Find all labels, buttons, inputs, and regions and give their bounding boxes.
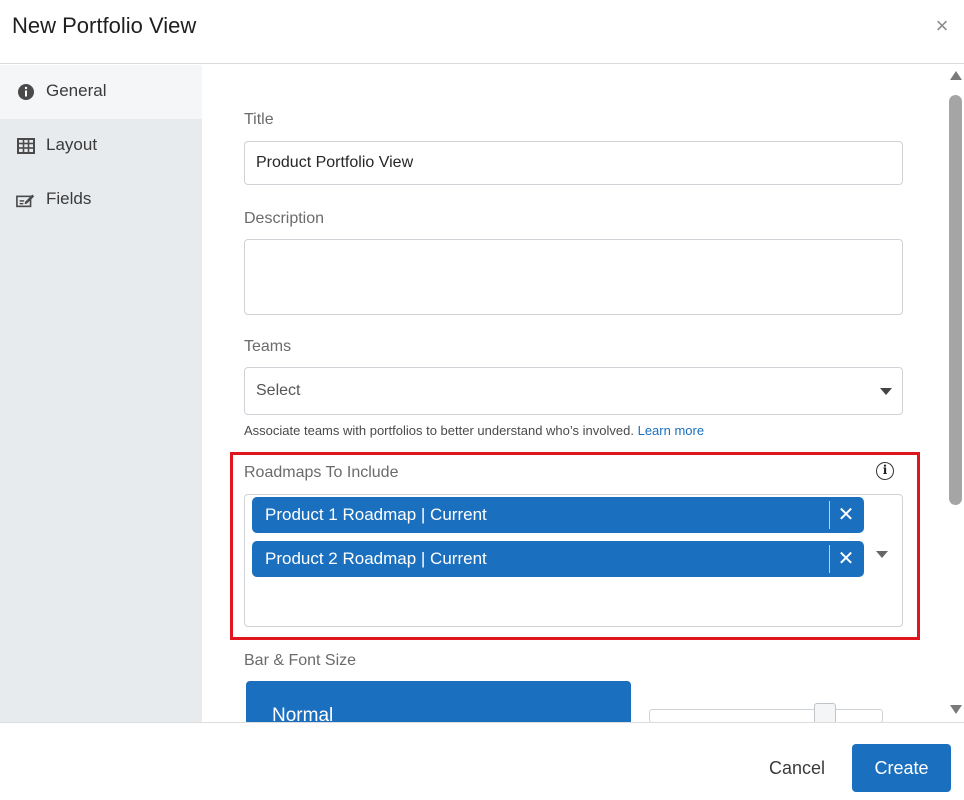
sidebar-item-layout[interactable]: Layout (0, 119, 202, 173)
teams-select[interactable]: Select (244, 367, 903, 415)
title-input[interactable]: Product Portfolio View (244, 141, 903, 185)
scrollbar-thumb[interactable] (949, 95, 962, 505)
grid-icon (16, 136, 36, 156)
dialog-footer: Cancel Create (0, 722, 964, 800)
dialog-header: New Portfolio View × (0, 0, 964, 64)
sidebar-item-general[interactable]: General (0, 65, 202, 119)
roadmap-chip-label: Product 1 Roadmap | Current (265, 505, 487, 524)
size-slider-track[interactable] (649, 709, 883, 722)
sidebar-item-label: Layout (46, 135, 98, 154)
title-label: Title (244, 111, 274, 128)
chip-divider (829, 501, 830, 529)
edit-fields-icon (16, 190, 36, 210)
sidebar-item-fields[interactable]: Fields (0, 173, 202, 227)
scroll-down-icon[interactable] (950, 705, 962, 714)
size-slider-handle[interactable] (814, 703, 836, 722)
roadmap-chip-label: Product 2 Roadmap | Current (265, 549, 487, 568)
scroll-up-icon[interactable] (950, 71, 962, 80)
chip-divider (829, 545, 830, 573)
roadmaps-multiselect[interactable]: Product 1 Roadmap | Current ✕ Product 2 … (244, 494, 903, 627)
info-circle-icon (16, 82, 36, 102)
learn-more-link[interactable]: Learn more (638, 423, 704, 438)
size-option-normal[interactable]: Normal (246, 681, 631, 722)
remove-chip-icon[interactable]: ✕ (834, 546, 858, 572)
chevron-down-icon (880, 388, 892, 395)
teams-helper-text: Associate teams with portfolios to bette… (244, 423, 704, 438)
cancel-button[interactable]: Cancel (752, 744, 842, 792)
sidebar-item-label: Fields (46, 189, 92, 208)
description-label: Description (244, 210, 325, 227)
size-option-label: Normal (272, 705, 334, 722)
create-button[interactable]: Create (852, 744, 951, 792)
description-textarea[interactable] (244, 239, 903, 315)
general-form: Title Product Portfolio View Description… (202, 65, 946, 722)
sidebar: General Layout Fields (0, 65, 202, 722)
bar-font-size-label: Bar & Font Size (244, 652, 357, 669)
teams-select-value: Select (256, 382, 301, 399)
roadmap-chip: Product 1 Roadmap | Current ✕ (252, 497, 864, 533)
remove-chip-icon[interactable]: ✕ (834, 502, 858, 528)
teams-helper-message: Associate teams with portfolios to bette… (244, 423, 634, 438)
new-portfolio-view-dialog: New Portfolio View × General Layout Fiel… (0, 0, 964, 800)
dialog-title: New Portfolio View (12, 13, 197, 38)
sidebar-item-label: General (46, 81, 107, 100)
teams-label: Teams (244, 338, 292, 355)
info-icon[interactable]: i (876, 462, 894, 480)
scrollbar[interactable] (946, 65, 964, 722)
roadmap-chip: Product 2 Roadmap | Current ✕ (252, 541, 864, 577)
close-icon[interactable]: × (932, 14, 952, 38)
chevron-down-icon[interactable] (876, 551, 888, 558)
roadmaps-label: Roadmaps To Include (244, 464, 399, 481)
